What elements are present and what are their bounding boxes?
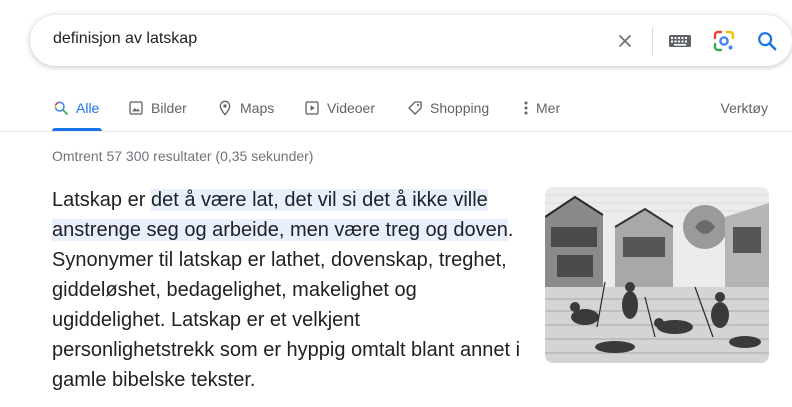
search-box[interactable]: definisjon av latskap: [30, 15, 792, 66]
tab-maps[interactable]: Maps: [217, 96, 274, 120]
more-vert-icon: [524, 101, 528, 115]
map-pin-icon: [219, 100, 231, 116]
tools-button[interactable]: Verktøy: [721, 96, 768, 120]
search-input[interactable]: definisjon av latskap: [53, 30, 197, 48]
close-icon: [619, 35, 631, 47]
search-icon: [758, 32, 777, 51]
tab-label: Maps: [240, 100, 275, 116]
tab-shopping[interactable]: Shopping: [407, 96, 489, 120]
engraving-illustration: [545, 187, 769, 363]
play-icon: [305, 101, 319, 115]
tabs-divider: [0, 131, 792, 132]
image-icon: [129, 101, 143, 115]
lens-icon: [713, 30, 735, 52]
snippet-text: Latskap er: [52, 189, 151, 211]
snippet-text-rest: . Synonymer til latskap er lathet, doven…: [52, 219, 521, 391]
search-tabs: Alle Bilder Maps Videoer Shopping Mer: [0, 96, 792, 131]
result-stats: Omtrent 57 300 resultater (0,35 sekunder…: [52, 148, 314, 164]
search-divider: [652, 27, 653, 55]
tag-icon: [408, 101, 422, 115]
tab-label: Shopping: [430, 100, 490, 116]
tab-images[interactable]: Bilder: [128, 96, 187, 120]
tab-label: Alle: [76, 100, 100, 116]
featured-snippet: Latskap er det å være lat, det vil si de…: [52, 185, 527, 395]
clear-button[interactable]: [612, 28, 638, 54]
tab-label: Bilder: [151, 100, 187, 116]
search-actions: [602, 15, 792, 66]
tab-videos[interactable]: Videoer: [304, 96, 375, 120]
keyboard-icon: [669, 35, 691, 47]
tab-label: Mer: [536, 100, 561, 116]
keyboard-button[interactable]: [667, 28, 693, 54]
tab-more[interactable]: Mer: [523, 96, 560, 120]
snippet-image[interactable]: [545, 187, 769, 363]
lens-button[interactable]: [711, 28, 737, 54]
search-icon: [54, 101, 68, 115]
tab-label: Videoer: [327, 100, 376, 116]
tab-all[interactable]: Alle: [53, 96, 99, 120]
search-button[interactable]: [754, 28, 780, 54]
